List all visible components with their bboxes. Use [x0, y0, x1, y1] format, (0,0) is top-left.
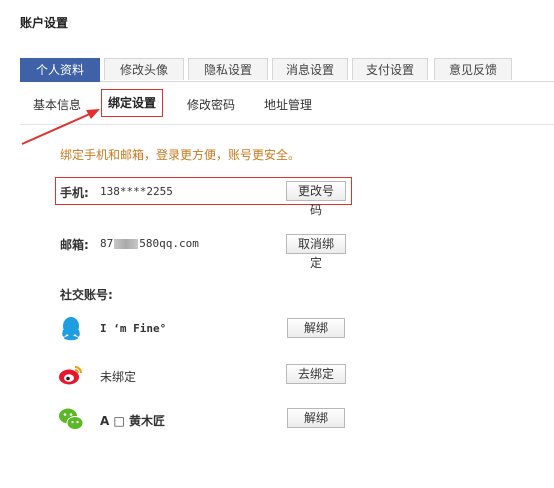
- annotation-arrow-icon: [21, 109, 100, 145]
- subtab-password[interactable]: 修改密码: [187, 96, 235, 113]
- change-phone-button[interactable]: 更改号码: [286, 181, 346, 217]
- email-value: 87 580qq.com: [100, 237, 199, 250]
- email-value-suffix: 580qq.com: [139, 237, 199, 250]
- qq-account-name: I ‘m Fine°: [100, 322, 167, 335]
- unbind-wechat-button[interactable]: 解绑: [287, 408, 345, 428]
- wechat-account-name: A □ 黄木匠: [100, 414, 165, 428]
- tab-feedback[interactable]: 意见反馈: [434, 58, 512, 80]
- phone-value: 138****2255: [100, 185, 173, 198]
- weibo-account-name: 未绑定: [100, 370, 137, 384]
- bind-weibo-button[interactable]: 去绑定: [286, 364, 346, 384]
- unbind-qq-button[interactable]: 解绑: [287, 318, 345, 338]
- email-value-prefix: 87: [100, 237, 114, 250]
- phone-label: 手机:: [60, 186, 89, 200]
- unbind-email-button[interactable]: 取消绑定: [286, 234, 346, 270]
- main-tabs: 个人资料 修改头像 隐私设置 消息设置 支付设置 意见反馈: [20, 58, 554, 82]
- tab-avatar[interactable]: 修改头像: [104, 58, 184, 80]
- weibo-icon: [59, 366, 82, 385]
- tab-profile[interactable]: 个人资料: [20, 58, 100, 82]
- social-title: 社交账号:: [60, 288, 113, 302]
- subtab-binding[interactable]: 绑定设置: [101, 89, 164, 117]
- page-title: 账户设置: [20, 16, 69, 30]
- tab-messages[interactable]: 消息设置: [272, 58, 348, 80]
- binding-hint: 绑定手机和邮箱，登录更方便，账号更安全。: [60, 148, 301, 162]
- qq-icon: [62, 317, 80, 341]
- email-label: 邮箱:: [60, 238, 89, 252]
- wechat-icon: [59, 408, 84, 430]
- tab-payment[interactable]: 支付设置: [352, 58, 428, 80]
- tab-privacy[interactable]: 隐私设置: [188, 58, 268, 80]
- subtab-address[interactable]: 地址管理: [264, 96, 312, 113]
- email-mask: [114, 239, 139, 249]
